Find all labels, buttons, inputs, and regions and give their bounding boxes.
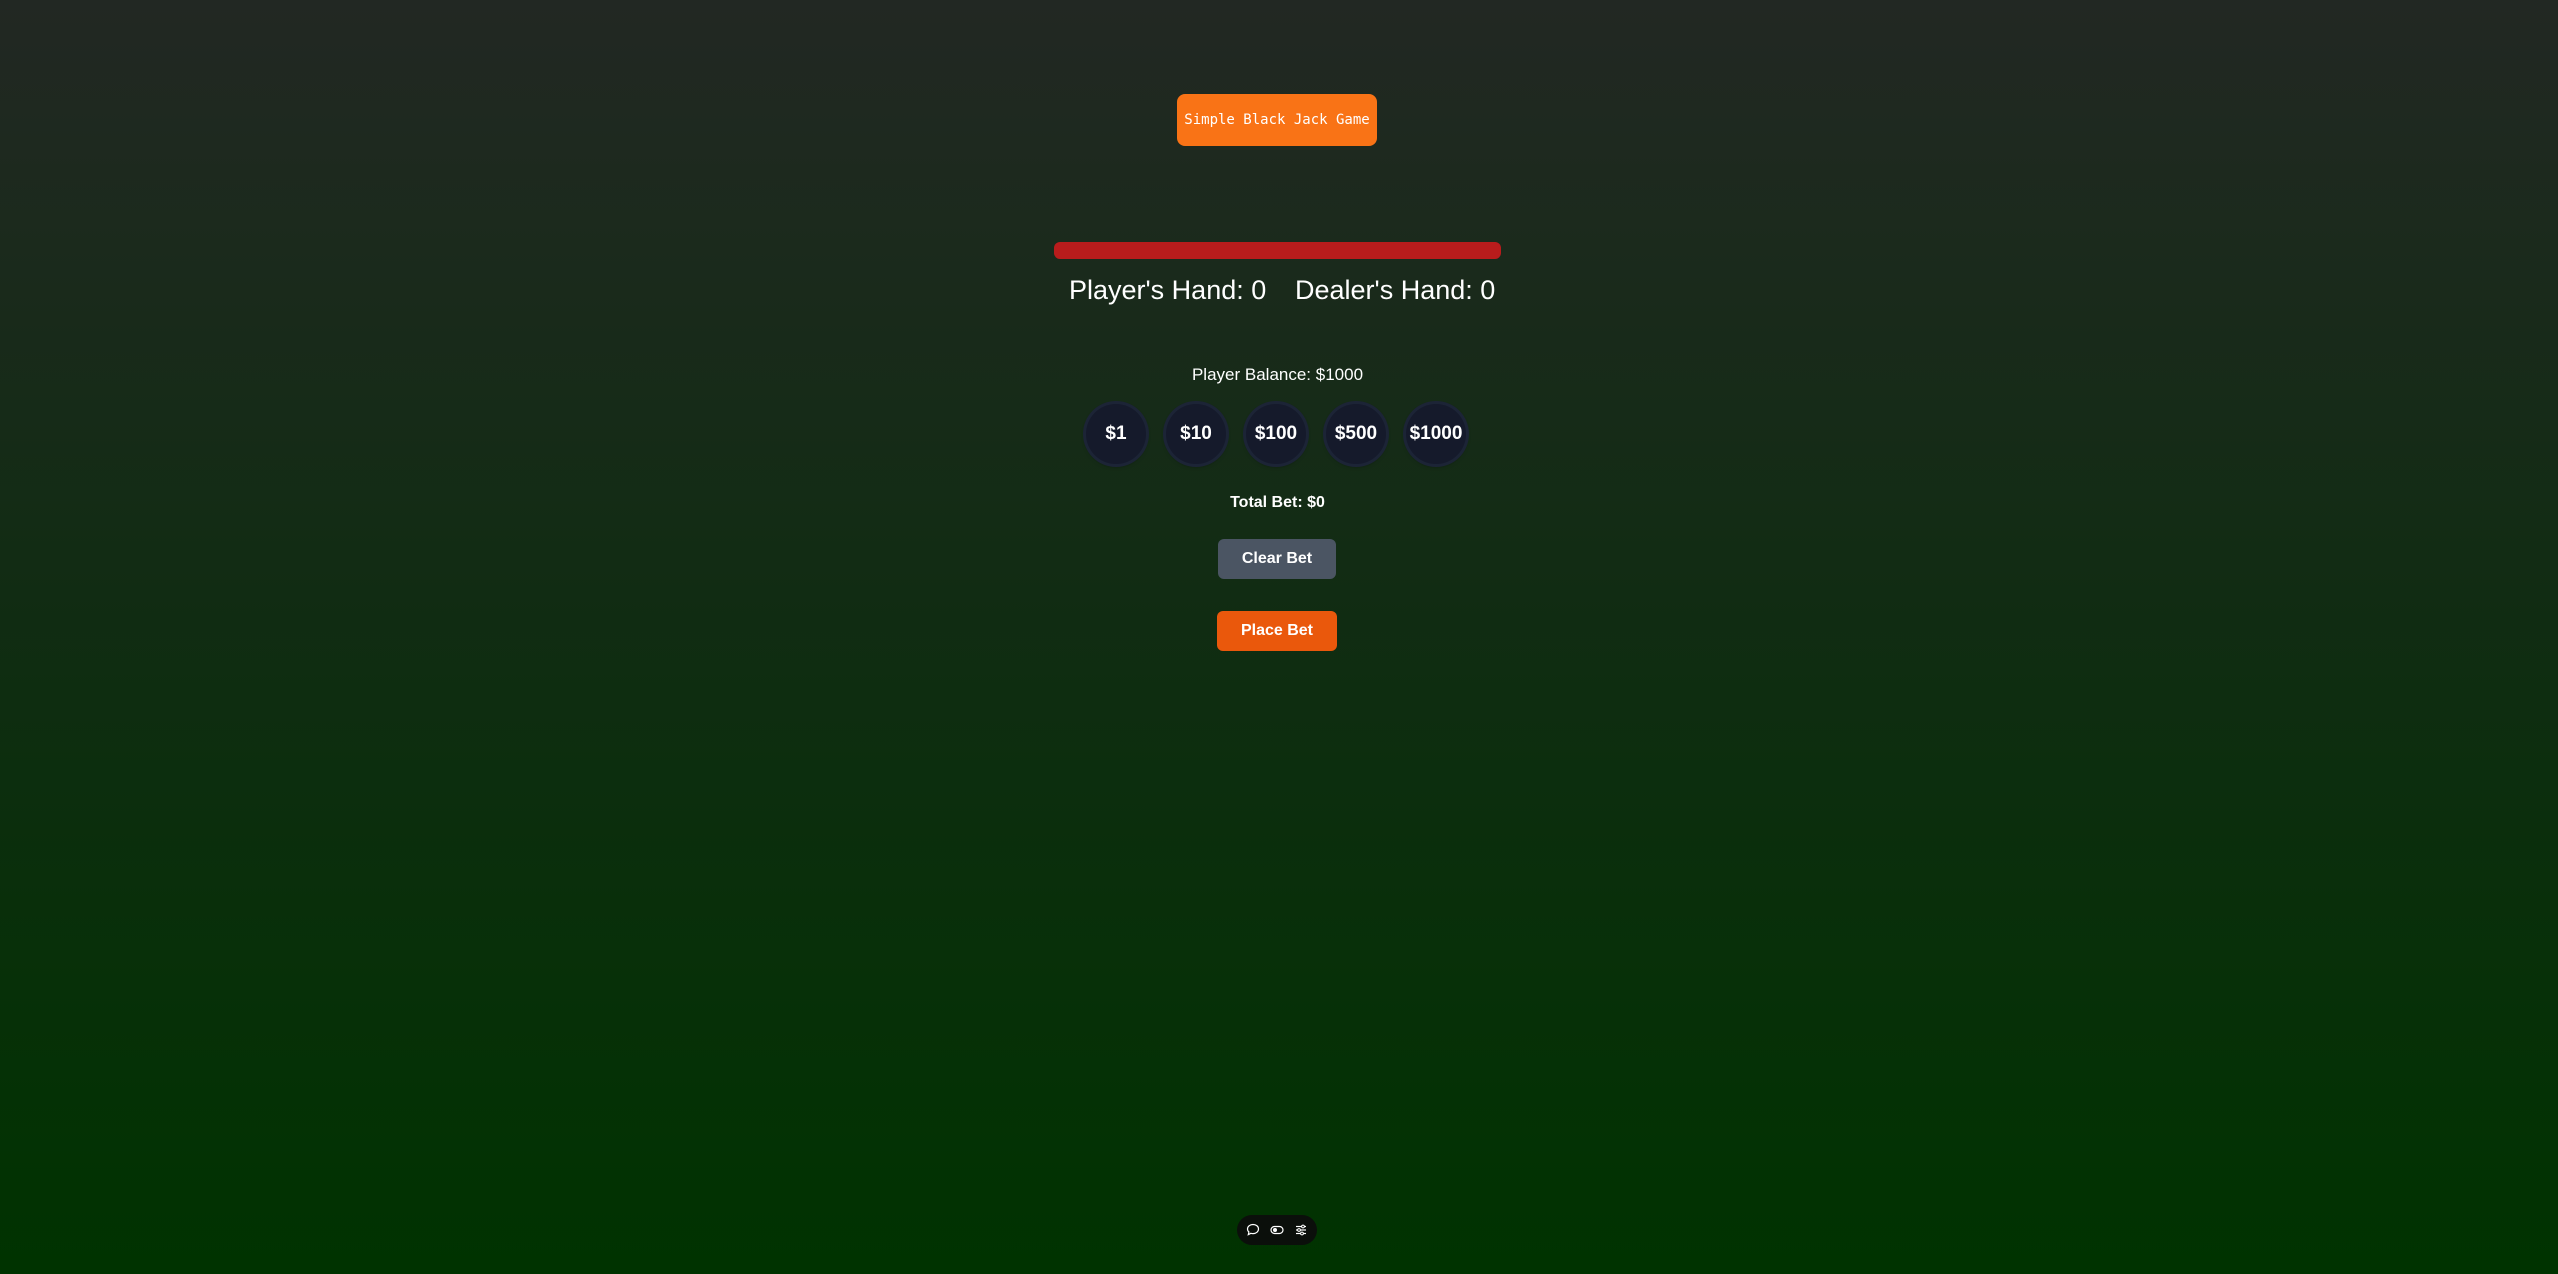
player-hand-label: Player's Hand: 0 [1069, 275, 1267, 305]
chip-1000-button[interactable]: $1000 [1406, 404, 1466, 464]
bottom-toolbar [1237, 1215, 1317, 1245]
chip-10-button[interactable]: $10 [1166, 404, 1226, 464]
game-title-button[interactable]: Simple Black Jack Game [1177, 94, 1377, 146]
clear-bet-button[interactable]: Clear Bet [1218, 539, 1336, 579]
chip-500-button[interactable]: $500 [1326, 404, 1386, 464]
dealer-hand-label: Dealer's Hand: 0 [1295, 275, 1496, 305]
chip-1-button[interactable]: $1 [1086, 404, 1146, 464]
player-balance: Player Balance: $1000 [1191, 365, 1364, 384]
status-bar [1054, 242, 1501, 259]
place-bet-button[interactable]: Place Bet [1217, 611, 1337, 651]
sliders-icon[interactable] [1293, 1222, 1309, 1238]
chip-100-button[interactable]: $100 [1246, 404, 1306, 464]
chip-row: $1 $10 $100 $500 $1000 [1086, 404, 1466, 464]
total-bet: Total Bet: $0 [1230, 494, 1325, 511]
toggle-icon[interactable] [1269, 1222, 1285, 1238]
chat-icon[interactable] [1245, 1222, 1261, 1238]
